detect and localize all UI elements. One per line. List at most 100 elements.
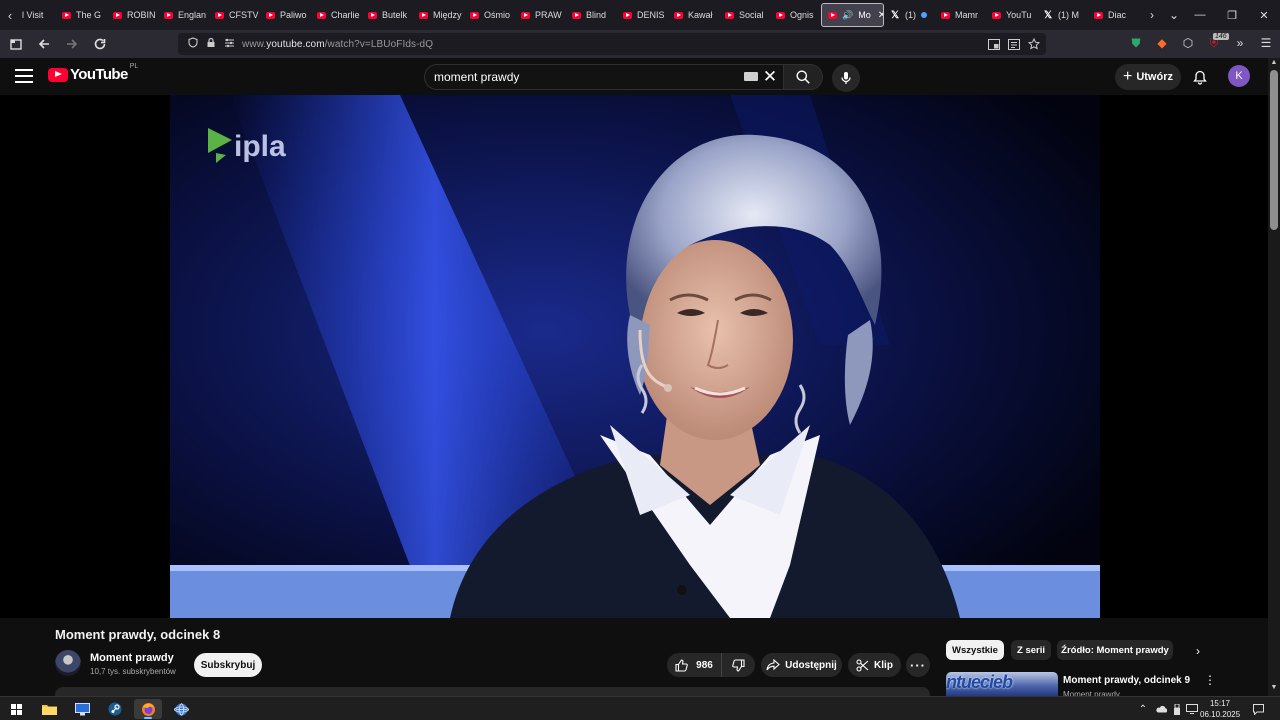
youtube-favicon-icon [1094,11,1103,19]
youtube-logo[interactable]: YouTube PL [48,63,138,83]
tab-label: (1) M [1058,10,1079,20]
file-explorer-icon[interactable] [35,699,63,719]
browser-tab[interactable]: Ognis [770,3,821,27]
youtube-favicon-icon [776,11,785,19]
tab-list: l Visit The G ROBIN Englan CFSTV Paliwo Charli… [20,0,1139,30]
usb-drive-icon[interactable] [1171,701,1183,717]
browser-tab[interactable]: YouTu [986,3,1037,27]
reader-view-icon[interactable] [1006,36,1022,52]
description-box[interactable] [55,687,930,696]
keyboard-graphic [744,72,758,81]
search-button[interactable] [783,64,823,90]
browser-tab[interactable]: Między [413,3,464,27]
picture-in-picture-icon[interactable] [986,36,1002,52]
like-button[interactable]: 986 [667,653,722,677]
extensions-puzzle-icon[interactable]: ⬡ [1178,32,1198,54]
chip-from-series[interactable]: Z serii [1011,640,1051,660]
subscribe-button[interactable]: Subskrybuj [194,653,262,677]
page-permissions-icon[interactable] [220,38,238,51]
youtube-favicon-icon [674,11,683,19]
tab-label: Mamr [955,10,978,20]
browser-tab[interactable]: Charlie [311,3,362,27]
video-frame[interactable]: ipla [170,95,1100,618]
chip-source-channel[interactable]: Źródło: Moment prawdy [1057,640,1173,660]
browser-tab[interactable]: Diac [1088,3,1139,27]
firefox-icon[interactable] [134,699,162,719]
recommended-video-thumbnail[interactable]: ntuecieb [946,672,1058,696]
windows-start-icon[interactable] [2,699,30,719]
browser-tab[interactable]: DENIS [617,3,668,27]
clock-date: 06.10.2025 [1200,710,1241,719]
network-icon[interactable] [1185,701,1199,717]
browser-tab[interactable]: ROBIN [107,3,158,27]
tab-label: (1) [905,10,916,20]
more-actions-button[interactable]: ··· [906,653,930,677]
browser-tab[interactable]: Social [719,3,770,27]
search-input[interactable]: moment prawdy [424,64,783,90]
account-avatar[interactable]: K [1228,65,1250,87]
overflow-menu-icon[interactable]: » [1230,32,1250,54]
forward-icon[interactable] [60,32,84,56]
channel-avatar[interactable] [55,650,81,676]
scrollbar-thumb[interactable] [1270,70,1278,230]
clip-button[interactable]: Klip [848,653,901,677]
url-bar[interactable]: www.youtube.com/watch?v=LBUoFIds-dQ [178,33,1046,55]
list-all-tabs-icon[interactable]: ⌄ [1163,8,1185,22]
browser-tab[interactable]: l Visit [20,3,56,27]
tracking-shield-icon[interactable] [184,37,202,51]
tabs-scroll-left-icon[interactable]: ‹ [0,0,20,30]
browser-tab[interactable]: Butelk [362,3,413,27]
onedrive-cloud-icon[interactable] [1153,701,1169,717]
create-button[interactable]: + Utwórz [1115,64,1181,90]
scroll-up-arrow-icon[interactable]: ▲ [1269,59,1279,69]
browser-navbar: www.youtube.com/watch?v=LBUoFIds-dQ ⛊ ◆ … [0,30,1280,58]
tabs-scroll-right-icon[interactable]: › [1141,8,1163,22]
url-text: www.youtube.com/watch?v=LBUoFIds-dQ [242,39,433,50]
reload-icon[interactable] [88,32,112,56]
fox-extension-icon[interactable]: ◆ [1152,32,1172,54]
notifications-icon[interactable] [1250,701,1266,717]
browser-tab[interactable]: Englan [158,3,209,27]
browser-tab[interactable]: 𝕏 (1) [884,3,935,27]
browser-tab[interactable]: Blind [566,3,617,27]
browser-tab[interactable]: CFSTV [209,3,260,27]
browser-tab[interactable]: The G [56,3,107,27]
notifications-bell-icon[interactable] [1190,67,1210,87]
channel-name[interactable]: Moment prawdy [90,652,174,664]
remote-desktop-icon[interactable] [68,699,96,719]
browser-tab[interactable]: Kawał [668,3,719,27]
chip-all[interactable]: Wszystkie [946,640,1004,660]
browser-tab[interactable]: Ośmio [464,3,515,27]
channel-subscriber-count: 10,7 tys. subskrybentów [90,667,176,676]
bookmark-star-icon[interactable] [1026,36,1042,52]
guide-menu-icon[interactable] [15,69,33,83]
browser-tab[interactable]: 𝕏 (1) M [1037,3,1088,27]
tab-view-icon[interactable] [4,32,28,56]
clear-search-icon[interactable]: ✕ [760,67,780,87]
browser-tab[interactable]: Paliwo [260,3,311,27]
ublock-extension-icon[interactable]: ⛨ 146 [1204,32,1229,54]
thumbnail-text: ntuecieb [946,672,1013,692]
steam-icon[interactable] [101,699,129,719]
browser-globe-icon[interactable] [167,699,195,719]
scroll-down-arrow-icon[interactable]: ▼ [1269,684,1279,694]
share-button[interactable]: Udostępnij [761,653,842,677]
shield-extension-icon[interactable]: ⛊ [1126,32,1146,54]
browser-tab-active[interactable]: 🔊Mo✕ [821,3,884,27]
back-icon[interactable] [32,32,56,56]
voice-search-button[interactable] [832,64,860,92]
window-close-icon[interactable]: ✕ [1248,0,1280,30]
chips-next-chevron-icon[interactable]: › [1191,644,1205,658]
app-menu-icon[interactable]: ☰ [1256,32,1276,54]
restore-icon[interactable]: ❐ [1216,0,1248,30]
minimize-icon[interactable]: — [1184,0,1216,30]
tray-overflow-chevron-icon[interactable]: ⌃ [1137,701,1149,717]
tab-audio-playing-icon[interactable]: 🔊 [842,10,853,21]
browser-tab[interactable]: PRAW [515,3,566,27]
taskbar-clock[interactable]: 15:17 06.10.2025 [1200,698,1240,720]
dislike-button[interactable] [722,653,755,677]
recommended-video-title[interactable]: Moment prawdy, odcinek 9 [1063,675,1190,686]
lock-icon[interactable] [202,37,220,51]
browser-tab[interactable]: Mamr [935,3,986,27]
recommended-video-menu-icon[interactable]: ⋮ [1204,674,1216,688]
